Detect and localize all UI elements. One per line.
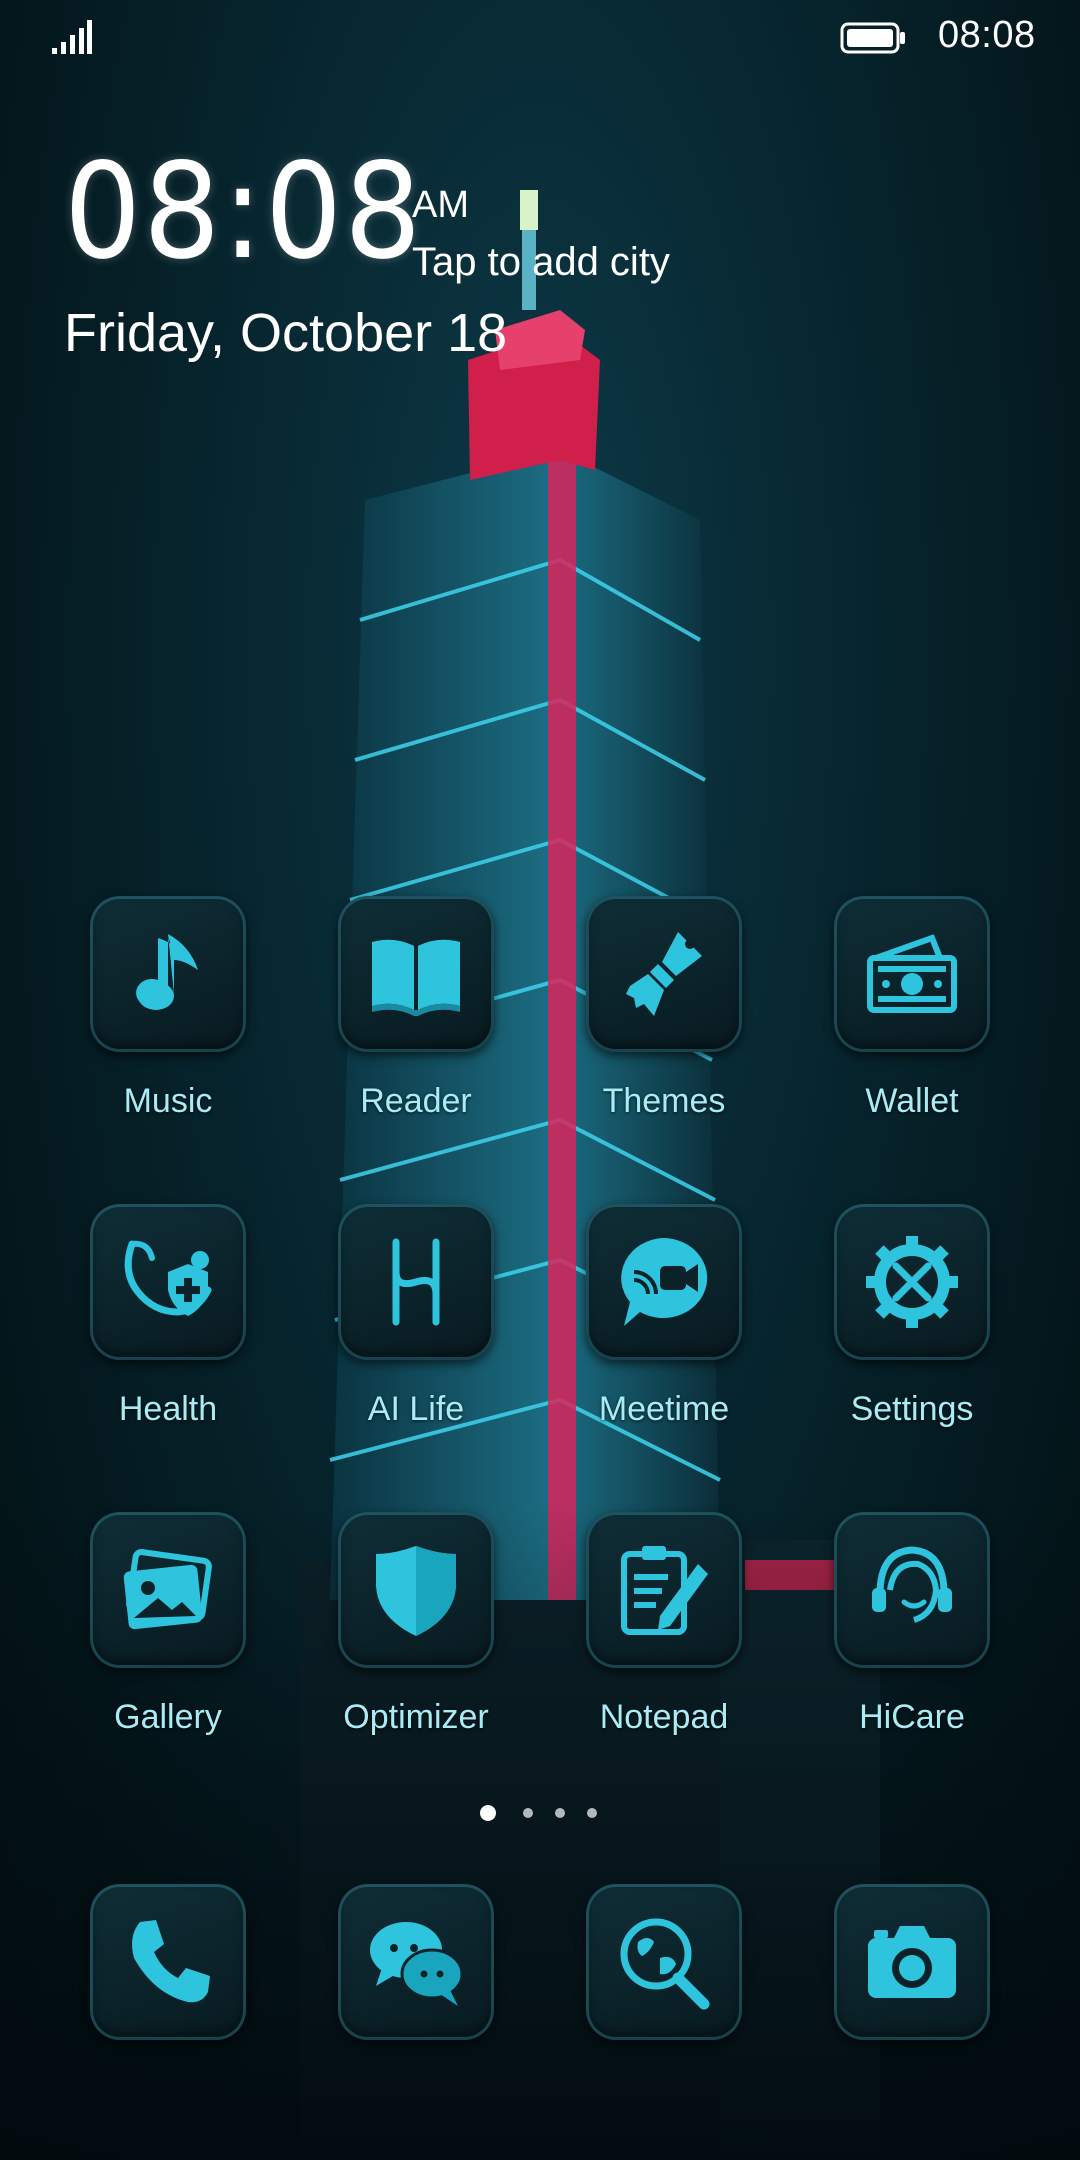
app-label: Music bbox=[123, 1082, 213, 1120]
clock-ampm: AM bbox=[412, 184, 469, 226]
headset-person-icon bbox=[872, 1546, 952, 1623]
page-dot[interactable] bbox=[587, 1808, 597, 1818]
add-city-prompt[interactable]: Tap to add city bbox=[412, 240, 670, 285]
status-bar-time: 08:08 bbox=[938, 14, 1036, 56]
page-indicator[interactable] bbox=[480, 1802, 600, 1822]
page-dot[interactable] bbox=[523, 1808, 533, 1818]
app-optimizer[interactable]: Optimizer bbox=[316, 1512, 516, 1762]
app-label: AI Life bbox=[367, 1390, 465, 1428]
app-tile[interactable] bbox=[338, 896, 494, 1052]
app-tile[interactable] bbox=[834, 896, 990, 1052]
app-tile[interactable] bbox=[90, 896, 246, 1052]
gear-tools-icon bbox=[866, 1236, 958, 1328]
phone-icon bbox=[132, 1920, 210, 2003]
app-label: Health bbox=[118, 1390, 218, 1428]
app-health[interactable]: Health bbox=[68, 1204, 268, 1454]
page-dot[interactable] bbox=[555, 1808, 565, 1818]
video-chat-bubble-icon bbox=[621, 1238, 708, 1326]
app-label: Gallery bbox=[114, 1698, 222, 1736]
app-tile[interactable] bbox=[834, 1512, 990, 1668]
app-label: Reader bbox=[360, 1082, 472, 1120]
app-label: Meetime bbox=[598, 1390, 730, 1428]
app-label: Optimizer bbox=[343, 1698, 489, 1736]
dock-messages[interactable] bbox=[316, 1884, 516, 2134]
globe-search-icon bbox=[620, 1918, 710, 2010]
app-wallet[interactable]: Wallet bbox=[812, 896, 1012, 1146]
app-tile[interactable] bbox=[586, 1512, 742, 1668]
dock-camera[interactable] bbox=[812, 1884, 1012, 2134]
app-meetime[interactable]: Meetime bbox=[564, 1204, 764, 1454]
app-tile[interactable] bbox=[90, 1512, 246, 1668]
open-book-icon bbox=[372, 939, 460, 1016]
app-themes[interactable]: Themes bbox=[564, 896, 764, 1146]
clock-date[interactable]: Friday, October 18 bbox=[64, 302, 507, 364]
app-label: Wallet bbox=[865, 1082, 959, 1120]
app-hicare[interactable]: HiCare bbox=[812, 1512, 1012, 1762]
clipboard-pencil-icon bbox=[621, 1546, 708, 1635]
photo-stack-icon bbox=[123, 1549, 212, 1630]
page-dot-active[interactable] bbox=[480, 1805, 496, 1821]
app-label: HiCare bbox=[859, 1698, 965, 1736]
app-tile[interactable] bbox=[834, 1884, 990, 2040]
app-reader[interactable]: Reader bbox=[316, 896, 516, 1146]
cellular-signal-icon bbox=[52, 20, 92, 54]
music-note-icon bbox=[136, 934, 198, 1010]
chat-bubbles-icon bbox=[370, 1922, 464, 2006]
app-settings[interactable]: Settings bbox=[812, 1204, 1012, 1454]
app-music[interactable]: Music bbox=[68, 896, 268, 1146]
app-notepad[interactable]: Notepad bbox=[564, 1512, 764, 1762]
app-tile[interactable] bbox=[586, 896, 742, 1052]
app-label: Themes bbox=[602, 1082, 726, 1120]
app-tile[interactable] bbox=[834, 1204, 990, 1360]
app-tile[interactable] bbox=[586, 1204, 742, 1360]
paintbrush-icon bbox=[626, 932, 702, 1016]
dock-browser[interactable] bbox=[564, 1884, 764, 2134]
dock-phone[interactable] bbox=[68, 1884, 268, 2134]
app-tile[interactable] bbox=[338, 1512, 494, 1668]
battery-full-icon bbox=[840, 22, 905, 54]
app-gallery[interactable]: Gallery bbox=[68, 1512, 268, 1762]
app-tile[interactable] bbox=[586, 1884, 742, 2040]
app-tile[interactable] bbox=[90, 1204, 246, 1360]
app-label: Settings bbox=[850, 1390, 974, 1428]
app-tile[interactable] bbox=[90, 1884, 246, 2040]
app-ai-life[interactable]: AI Life bbox=[316, 1204, 516, 1454]
stethoscope-shield-icon bbox=[124, 1240, 212, 1316]
status-bar: 08:08 bbox=[0, 0, 1080, 76]
ai-life-logo-icon bbox=[392, 1238, 440, 1326]
shield-icon bbox=[376, 1546, 456, 1636]
app-tile[interactable] bbox=[338, 1884, 494, 2040]
camera-icon bbox=[868, 1926, 956, 1998]
app-tile[interactable] bbox=[338, 1204, 494, 1360]
clock-time[interactable]: 08:08 bbox=[64, 146, 423, 278]
wallet-cash-icon bbox=[867, 934, 957, 1013]
app-label: Notepad bbox=[599, 1698, 729, 1736]
home-screen: 08:08 08:08 AM Tap to add city Friday, O… bbox=[0, 0, 1080, 2160]
